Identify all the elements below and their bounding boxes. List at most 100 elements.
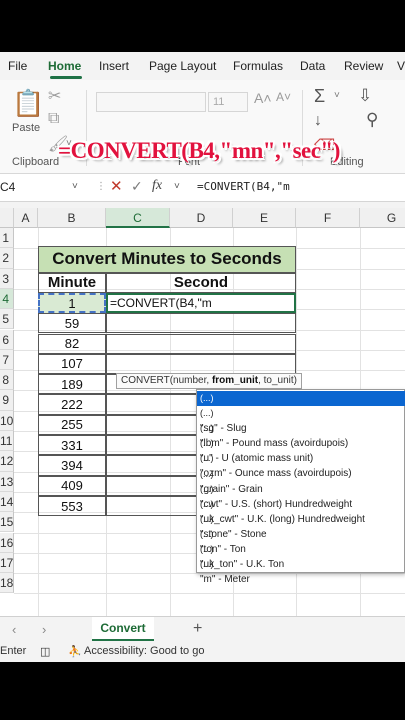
minute-cell[interactable]: 331 bbox=[38, 435, 106, 456]
row-header-16[interactable]: 16 bbox=[0, 532, 14, 553]
sort-filter-icon[interactable]: ⇩ bbox=[358, 86, 372, 106]
minute-cell[interactable]: 222 bbox=[38, 394, 106, 415]
row-header-14[interactable]: 14 bbox=[0, 491, 14, 513]
tab-page-layout[interactable]: Page Layout bbox=[149, 59, 216, 73]
autocomplete-item[interactable]: (...) "m" - Meter bbox=[197, 557, 405, 585]
row-header-4[interactable]: 4 bbox=[0, 288, 14, 310]
formula-bar: C4 ˅ ⋮ ✕ ✓ fx ˅ =CONVERT(B4,"m bbox=[0, 174, 405, 202]
tab-file[interactable]: File bbox=[8, 59, 27, 73]
autocomplete-item[interactable]: (...) "u" - U (atomic mass unit) bbox=[197, 436, 405, 464]
tab-formulas[interactable]: Formulas bbox=[233, 59, 283, 73]
second-cell[interactable] bbox=[106, 333, 296, 354]
macro-record-icon[interactable]: ◫ bbox=[40, 645, 50, 658]
row-header-3[interactable]: 3 bbox=[0, 268, 14, 289]
worksheet-grid[interactable]: A B C D E F G 1 2 3 4 5 6 7 8 9 10 11 12 13 14 15 16 17 18 Conver… bbox=[0, 208, 405, 616]
column-header-g[interactable]: G bbox=[360, 208, 405, 228]
accessibility-icon[interactable]: ⛹ bbox=[68, 645, 82, 658]
minute-cell[interactable]: 107 bbox=[38, 353, 106, 375]
tab-data[interactable]: Data bbox=[300, 59, 325, 73]
chevron-left-icon[interactable]: ‹ bbox=[12, 622, 16, 637]
header-second: Second bbox=[106, 272, 296, 293]
formula-input[interactable]: =CONVERT(B4,"m bbox=[197, 180, 290, 193]
font-name-box[interactable] bbox=[96, 92, 206, 112]
row-header-5[interactable]: 5 bbox=[0, 309, 14, 330]
row-header-13[interactable]: 13 bbox=[0, 471, 14, 492]
tab-home[interactable]: Home bbox=[48, 59, 81, 73]
autocomplete-item[interactable]: (...) "lbm" - Pound mass (avoirdupois) bbox=[197, 421, 405, 449]
autocomplete-item[interactable]: (...) "g" - Gram bbox=[197, 391, 405, 419]
minute-cell[interactable]: 82 bbox=[38, 333, 106, 354]
minute-cell[interactable]: 59 bbox=[38, 313, 106, 334]
column-header-b[interactable]: B bbox=[38, 208, 106, 228]
row-header-1[interactable]: 1 bbox=[0, 228, 14, 249]
autocomplete-item[interactable]: (...) "stone" - Stone bbox=[197, 512, 405, 540]
chevron-down-icon[interactable]: ˅ bbox=[174, 181, 180, 192]
font-size-box[interactable]: 11 bbox=[208, 92, 248, 112]
paste-icon[interactable]: 📋 bbox=[12, 88, 44, 119]
autosum-icon[interactable]: Σ bbox=[314, 86, 325, 107]
row-header-10[interactable]: 10 bbox=[0, 410, 14, 431]
tab-view[interactable]: V bbox=[397, 59, 405, 73]
insert-function-icon[interactable]: fx bbox=[152, 178, 162, 194]
unit-icon: (...) bbox=[200, 513, 214, 524]
column-header-f[interactable]: F bbox=[296, 208, 360, 228]
minute-cell[interactable]: 409 bbox=[38, 475, 106, 496]
increase-font-icon[interactable]: A˄ bbox=[254, 90, 272, 106]
minute-cell[interactable]: 189 bbox=[38, 374, 106, 395]
name-box-value: C4 bbox=[0, 180, 16, 194]
row-header-15[interactable]: 15 bbox=[0, 512, 14, 533]
decrease-font-icon[interactable]: A˅ bbox=[276, 90, 291, 104]
add-sheet-icon[interactable]: + bbox=[193, 620, 202, 638]
paste-label: Paste bbox=[12, 122, 41, 134]
tooltip-current-arg: from_unit bbox=[211, 375, 259, 386]
chevron-down-icon[interactable]: ˅ bbox=[72, 181, 78, 192]
find-icon[interactable]: ⚲ bbox=[366, 110, 378, 130]
cut-icon[interactable]: ✂ bbox=[48, 86, 61, 106]
second-cell[interactable] bbox=[106, 313, 296, 334]
row-header-11[interactable]: 11 bbox=[0, 431, 14, 452]
row-header-2[interactable]: 2 bbox=[0, 248, 14, 269]
chevron-right-icon[interactable]: › bbox=[42, 622, 46, 637]
column-header-e[interactable]: E bbox=[233, 208, 296, 228]
cancel-icon[interactable]: ✕ bbox=[110, 177, 123, 195]
row-header-8[interactable]: 8 bbox=[0, 370, 14, 391]
row-header-6[interactable]: 6 bbox=[0, 329, 14, 350]
row-header-9[interactable]: 9 bbox=[0, 390, 14, 411]
minute-cell[interactable]: 255 bbox=[38, 414, 106, 435]
minute-cell[interactable]: 394 bbox=[38, 455, 106, 476]
autocomplete-item[interactable]: (...) "sg" - Slug bbox=[197, 406, 405, 434]
column-header-a[interactable]: A bbox=[14, 208, 38, 228]
column-header-c[interactable]: C bbox=[106, 208, 170, 228]
unit-icon: (...) bbox=[200, 544, 214, 554]
tooltip-prefix: CONVERT(number, bbox=[121, 375, 212, 386]
row-header-12[interactable]: 12 bbox=[0, 451, 14, 472]
active-cell-c4[interactable]: =CONVERT(B4,"m bbox=[106, 292, 296, 314]
enter-check-icon[interactable]: ✓ bbox=[131, 178, 143, 195]
minute-cell[interactable]: 1 bbox=[38, 292, 106, 314]
unit-icon: (...) bbox=[200, 393, 214, 403]
column-header-d[interactable]: D bbox=[170, 208, 233, 228]
tab-review[interactable]: Review bbox=[344, 59, 383, 73]
row-header-17[interactable]: 17 bbox=[0, 552, 14, 574]
unit-icon: (...) bbox=[200, 468, 214, 479]
minute-cell[interactable]: 553 bbox=[38, 495, 106, 517]
accessibility-status[interactable]: Accessibility: Good to go bbox=[84, 645, 204, 657]
unit-autocomplete-list[interactable]: (...) "g" - Gram (...) "sg" - Slug (...) "lbm… bbox=[196, 389, 405, 585]
sheet-tab-convert[interactable]: Convert bbox=[92, 617, 154, 641]
copy-icon[interactable]: ⧉ bbox=[48, 110, 59, 128]
autocomplete-item[interactable]: (...) "uk_ton" - U.K. Ton bbox=[197, 542, 405, 570]
autocomplete-item[interactable]: (...) "uk_cwt" - U.K. (long) Hundredweigh… bbox=[197, 497, 405, 525]
select-all-corner[interactable] bbox=[0, 208, 14, 228]
font-size-value: 11 bbox=[213, 96, 225, 108]
second-cell[interactable] bbox=[106, 353, 296, 375]
tab-insert[interactable]: Insert bbox=[99, 59, 129, 73]
autocomplete-item[interactable]: (...) "ton" - Ton bbox=[197, 527, 405, 555]
row-header-18[interactable]: 18 bbox=[0, 573, 14, 594]
fill-icon[interactable]: ↓ bbox=[314, 112, 322, 130]
autocomplete-item[interactable]: (...) "grain" - Grain bbox=[197, 467, 405, 495]
autocomplete-item[interactable]: (...) "cwt" - U.S. (short) Hundredweight bbox=[197, 482, 405, 510]
chevron-down-icon: ˅ bbox=[334, 90, 340, 101]
sheet-tab-bar: ‹ › Convert + bbox=[0, 616, 405, 642]
autocomplete-item[interactable]: (...) "ozm" - Ounce mass (avoirdupois) bbox=[197, 451, 405, 479]
row-header-7[interactable]: 7 bbox=[0, 349, 14, 371]
